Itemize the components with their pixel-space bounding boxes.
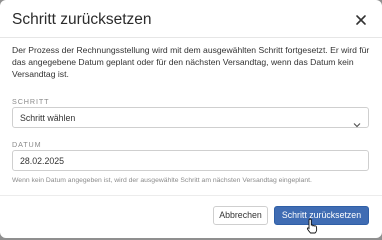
step-select[interactable]: Schritt wählen — [12, 107, 369, 128]
date-hint: Wenn kein Datum angegeben ist, wird der … — [12, 177, 312, 184]
date-input[interactable]: 28.02.2025 — [12, 150, 369, 171]
step-label: SCHRITT — [12, 97, 50, 106]
step-select-value: Schritt wählen — [20, 113, 76, 123]
dialog-title: Schritt zurücksetzen — [12, 11, 152, 28]
footer-divider — [0, 195, 382, 196]
hand-cursor-icon — [306, 218, 318, 234]
close-icon[interactable] — [354, 13, 368, 27]
reset-step-dialog: Schritt zurücksetzen Der Prozess der Rec… — [0, 0, 382, 238]
chevron-down-icon — [353, 115, 361, 128]
dialog-description: Der Prozess der Rechnungsstellung wird m… — [12, 45, 370, 79]
date-label: DATUM — [12, 140, 42, 149]
date-input-value: 28.02.2025 — [20, 156, 65, 166]
reset-step-button[interactable]: Schritt zurücksetzen — [274, 206, 369, 225]
cancel-button[interactable]: Abbrechen — [213, 206, 268, 225]
dialog-header: Schritt zurücksetzen — [0, 0, 382, 38]
